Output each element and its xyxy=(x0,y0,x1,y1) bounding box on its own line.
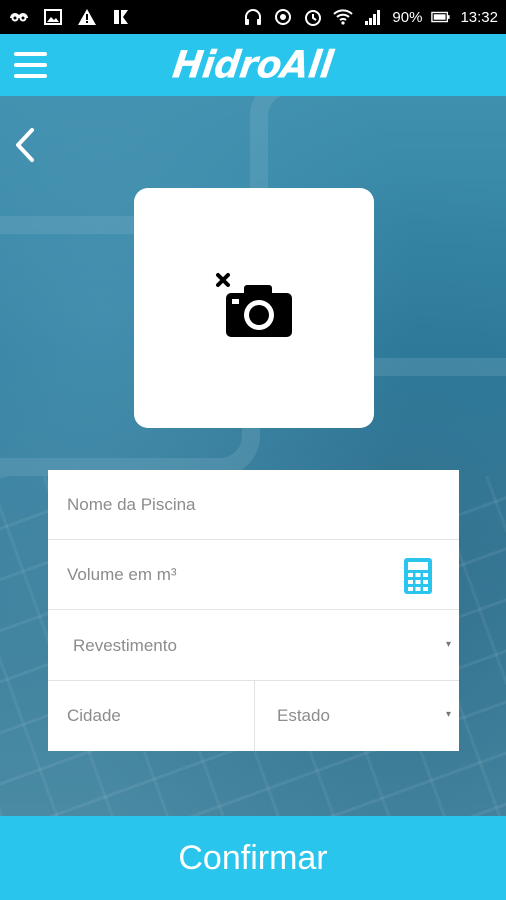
app-notification-icon xyxy=(110,6,132,28)
warning-icon xyxy=(76,6,98,28)
status-right-icons: 90% 13:32 xyxy=(242,6,498,28)
sync-icon xyxy=(272,6,294,28)
chevron-down-icon: ▾ xyxy=(445,639,451,650)
pool-name-input[interactable] xyxy=(67,494,367,515)
volume-field[interactable] xyxy=(48,540,459,610)
coating-select[interactable]: Revestimento ▾ xyxy=(48,611,459,681)
status-time: 13:32 xyxy=(460,8,498,26)
drive-icon xyxy=(8,6,30,28)
chevron-down-icon: ▾ xyxy=(445,709,451,720)
volume-input[interactable] xyxy=(67,564,367,585)
battery-percent: 90% xyxy=(392,8,423,26)
signal-icon xyxy=(362,6,384,28)
confirm-button[interactable]: Confirmar xyxy=(0,816,506,900)
headphones-icon xyxy=(242,6,264,28)
state-select[interactable]: Estado ▾ xyxy=(255,681,459,751)
location-row: Estado ▾ xyxy=(48,681,459,751)
alarm-icon xyxy=(302,6,324,28)
city-field[interactable] xyxy=(48,681,255,751)
battery-icon xyxy=(430,6,452,28)
city-input[interactable] xyxy=(67,706,237,726)
app-logo: HidroAll xyxy=(170,43,336,87)
add-photo-button[interactable] xyxy=(134,188,374,428)
status-bar: 90% 13:32 xyxy=(0,0,506,34)
camera-remove-icon xyxy=(214,271,294,346)
wifi-icon xyxy=(332,6,354,28)
coating-label: Revestimento xyxy=(73,635,177,655)
calculator-icon[interactable] xyxy=(403,557,433,595)
app-bar: HidroAll xyxy=(0,34,506,96)
state-label: Estado xyxy=(277,706,330,725)
status-left-icons xyxy=(8,6,132,28)
image-icon xyxy=(42,6,64,28)
pool-name-field[interactable] xyxy=(48,470,459,540)
chevron-left-icon[interactable] xyxy=(12,126,42,166)
pool-form: Revestimento ▾ Estado ▾ xyxy=(48,470,459,751)
hamburger-menu-icon[interactable] xyxy=(14,52,48,80)
